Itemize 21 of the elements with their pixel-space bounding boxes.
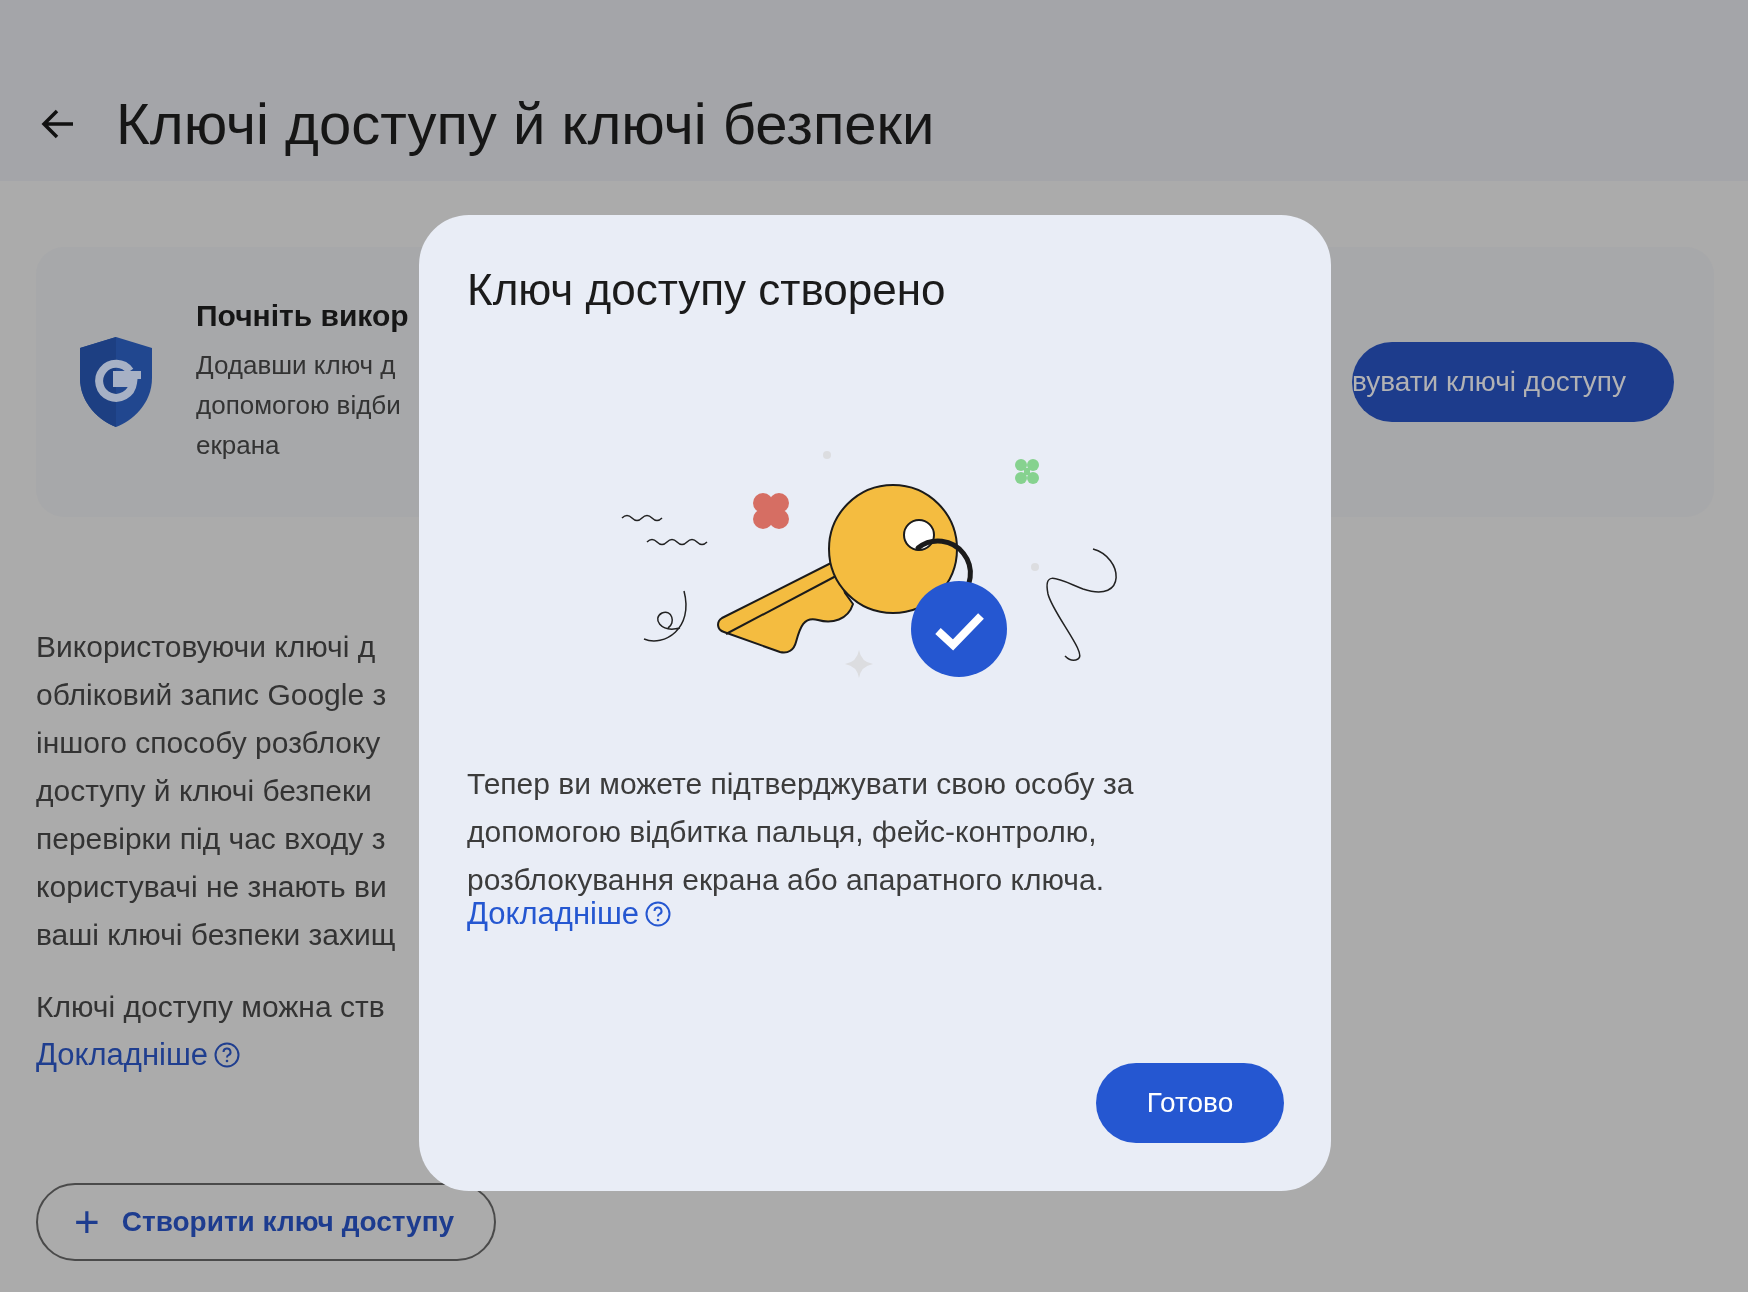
promo-text: допомогою відби — [196, 389, 402, 422]
description-text: доступу й ключі безпеки — [36, 773, 372, 809]
shield-icon — [80, 337, 152, 427]
promo-text: Додавши ключ д — [196, 349, 397, 382]
help-icon — [214, 1042, 241, 1068]
page-title: Ключі доступу й ключі безпеки — [116, 90, 935, 157]
use-passkeys-button[interactable]: вувати ключі доступу — [1351, 342, 1674, 422]
promo-title: Почніть викор — [196, 299, 410, 333]
info-text: Ключі доступу можна ств — [36, 989, 385, 1025]
description-text: перевірки під час входу з — [36, 821, 386, 857]
dialog-title: Ключ доступу створено — [467, 265, 947, 315]
dialog-text: Тепер ви можете підтверджувати свою особу за допомогою відбитка пальця, фейс-контролю, розблокування екрана або апаратного ключа. — [467, 766, 1135, 898]
description-text: ваші ключі безпеки захищ — [36, 917, 396, 953]
learn-more-link[interactable]: Докладніше — [36, 1031, 241, 1079]
help-icon — [645, 901, 672, 927]
description-text: обліковий запис Google з — [36, 677, 387, 713]
done-button[interactable]: Готово — [1096, 1063, 1284, 1143]
description-text: іншого способу розблоку — [36, 725, 381, 761]
description-text: користувачі не знають ви — [36, 869, 387, 905]
promo-text: екрана — [196, 429, 281, 462]
description-text: Використовуючи ключі д — [36, 629, 376, 665]
